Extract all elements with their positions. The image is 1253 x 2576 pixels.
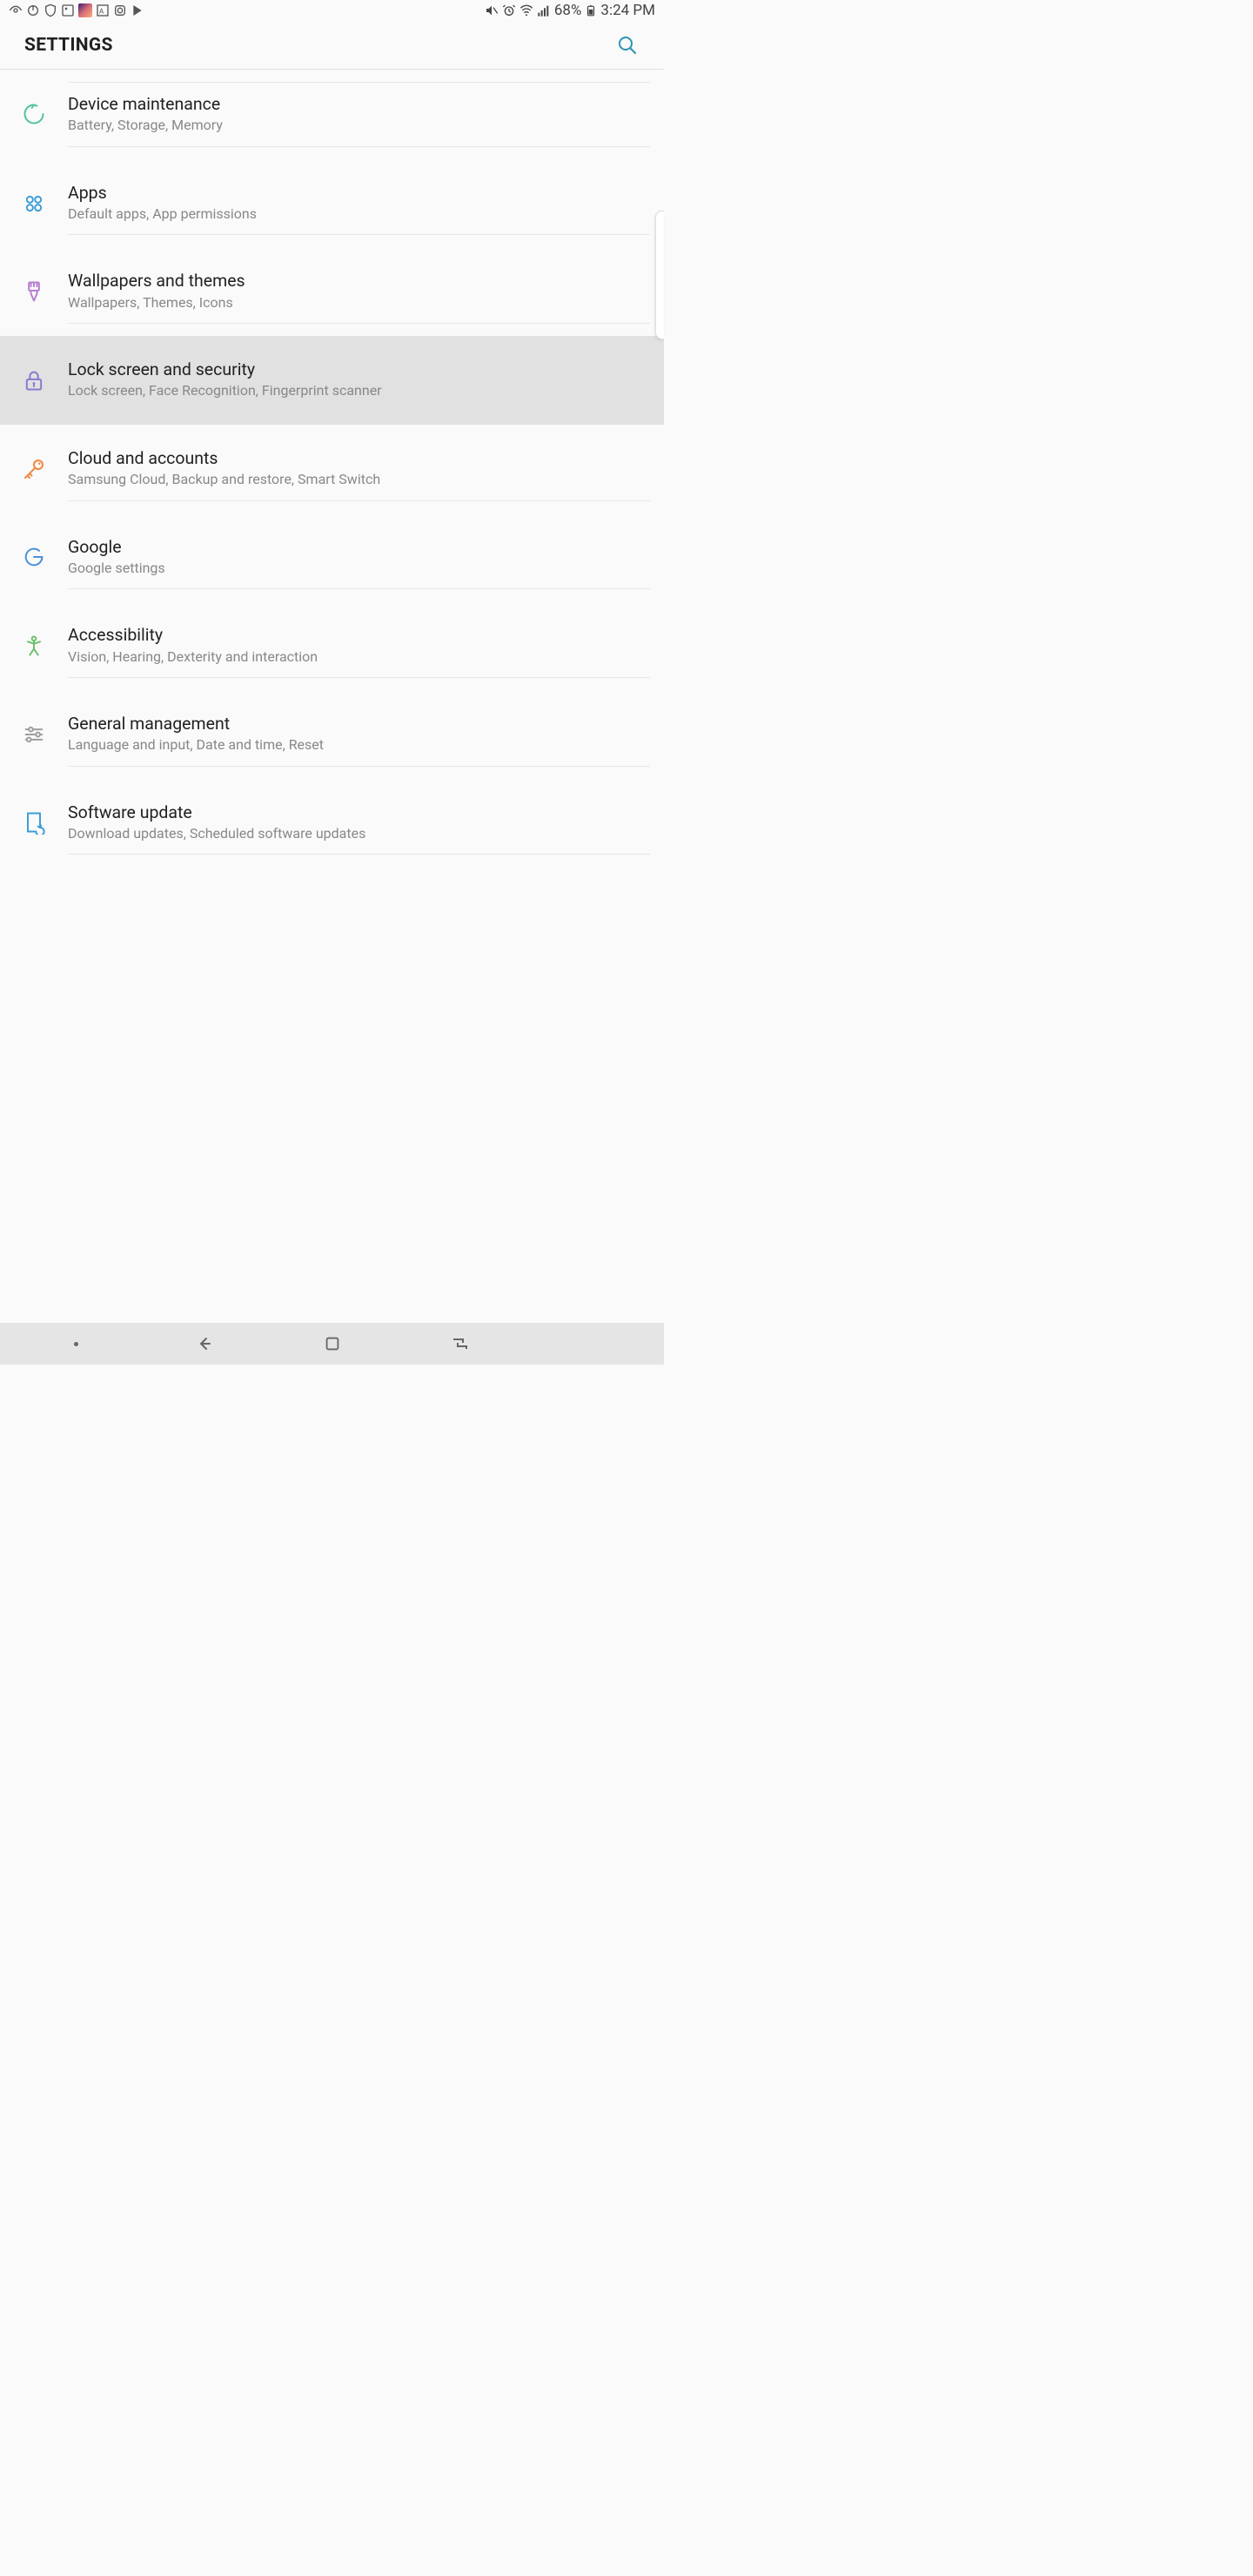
- settings-row-text: General managementLanguage and input, Da…: [68, 702, 650, 767]
- scroll-handle[interactable]: [655, 211, 664, 339]
- settings-row-text: GoogleGoogle settings: [68, 526, 650, 590]
- camera-icon: [113, 3, 127, 17]
- settings-row-title: General management: [68, 713, 638, 735]
- settings-row-title: Software update: [68, 802, 638, 824]
- settings-row-lock-screen-security[interactable]: Lock screen and securityLock screen, Fac…: [0, 336, 664, 425]
- settings-row-software-update[interactable]: Software updateDownload updates, Schedul…: [0, 779, 664, 868]
- settings-row-wallpapers-themes[interactable]: Wallpapers and themesWallpapers, Themes,…: [0, 247, 664, 336]
- settings-row-title: Wallpapers and themes: [68, 270, 638, 292]
- refresh-circle-icon: [0, 102, 68, 126]
- settings-row-text: AppsDefault apps, App permissions: [68, 171, 650, 236]
- sliders-icon: [0, 722, 68, 747]
- settings-row-device-maintenance[interactable]: Device maintenanceBattery, Storage, Memo…: [0, 70, 664, 159]
- settings-row-subtitle: Samsung Cloud, Backup and restore, Smart…: [68, 470, 638, 489]
- settings-row-subtitle: Language and input, Date and time, Reset: [68, 735, 638, 755]
- shield-icon: [44, 3, 57, 17]
- settings-row-title: Device maintenance: [68, 93, 638, 116]
- signal-icon: [537, 3, 551, 17]
- battery-icon: [585, 3, 597, 17]
- clock-time: 3:24 PM: [600, 2, 655, 19]
- back-button[interactable]: [184, 1323, 225, 1365]
- settings-row-text: AccessibilityVision, Hearing, Dexterity …: [68, 614, 650, 678]
- settings-row-apps[interactable]: AppsDefault apps, App permissions: [0, 159, 664, 248]
- lock-icon: [0, 368, 68, 392]
- status-right: 68% 3:24 PM: [485, 2, 655, 19]
- alarm-icon: [502, 3, 516, 17]
- navigation-bar: [0, 1323, 664, 1365]
- search-button[interactable]: [615, 33, 640, 57]
- recents-icon: [450, 1333, 471, 1354]
- status-bar: A 68% 3:24 PM: [0, 0, 664, 21]
- brush-icon: [0, 279, 68, 304]
- recents-button[interactable]: [439, 1323, 481, 1365]
- app-header: SETTINGS: [0, 21, 664, 70]
- settings-row-subtitle: Lock screen, Face Recognition, Fingerpri…: [68, 381, 638, 400]
- status-left-icons: A: [9, 3, 144, 17]
- amoled-icon: [78, 3, 92, 17]
- settings-row-text: Wallpapers and themesWallpapers, Themes,…: [68, 259, 650, 324]
- back-icon: [194, 1333, 215, 1354]
- settings-row-accessibility[interactable]: AccessibilityVision, Hearing, Dexterity …: [0, 601, 664, 690]
- svg-text:A: A: [99, 7, 104, 15]
- settings-row-title: Accessibility: [68, 624, 638, 647]
- eye-icon: [9, 3, 23, 17]
- home-icon: [323, 1334, 342, 1353]
- settings-row-google[interactable]: GoogleGoogle settings: [0, 513, 664, 602]
- play-icon: [131, 3, 144, 17]
- settings-row-subtitle: Google settings: [68, 559, 638, 578]
- nav-indicator-dot: [74, 1342, 78, 1346]
- key-icon: [0, 456, 68, 482]
- settings-row-cloud-accounts[interactable]: Cloud and accountsSamsung Cloud, Backup …: [0, 425, 664, 513]
- update-arrow-icon: [0, 810, 68, 835]
- mute-icon: [485, 3, 499, 17]
- translate-icon: A: [96, 3, 110, 17]
- settings-row-subtitle: Download updates, Scheduled software upd…: [68, 824, 638, 843]
- search-icon: [617, 35, 638, 56]
- battery-percent: 68%: [554, 2, 582, 19]
- settings-row-title: Google: [68, 536, 638, 559]
- wifi-icon: [519, 3, 533, 17]
- settings-row-title: Apps: [68, 182, 638, 205]
- home-button[interactable]: [312, 1323, 353, 1365]
- settings-row-subtitle: Default apps, App permissions: [68, 205, 638, 224]
- settings-row-text: Lock screen and securityLock screen, Fac…: [68, 348, 650, 413]
- settings-row-general-management[interactable]: General managementLanguage and input, Da…: [0, 690, 664, 779]
- power-icon: [26, 3, 40, 17]
- four-dots-icon: [0, 191, 68, 216]
- page-title: SETTINGS: [24, 35, 113, 56]
- settings-row-title: Cloud and accounts: [68, 447, 638, 470]
- settings-row-text: Device maintenanceBattery, Storage, Memo…: [68, 82, 650, 147]
- settings-row-subtitle: Vision, Hearing, Dexterity and interacti…: [68, 647, 638, 667]
- person-icon: [0, 634, 68, 658]
- settings-row-subtitle: Wallpapers, Themes, Icons: [68, 293, 638, 312]
- image-icon: [61, 3, 75, 17]
- settings-row-text: Cloud and accountsSamsung Cloud, Backup …: [68, 437, 650, 501]
- google-g-icon: [0, 545, 68, 569]
- settings-list: Device maintenanceBattery, Storage, Memo…: [0, 70, 664, 867]
- settings-row-subtitle: Battery, Storage, Memory: [68, 116, 638, 135]
- settings-row-text: Software updateDownload updates, Schedul…: [68, 791, 650, 855]
- settings-row-title: Lock screen and security: [68, 359, 638, 381]
